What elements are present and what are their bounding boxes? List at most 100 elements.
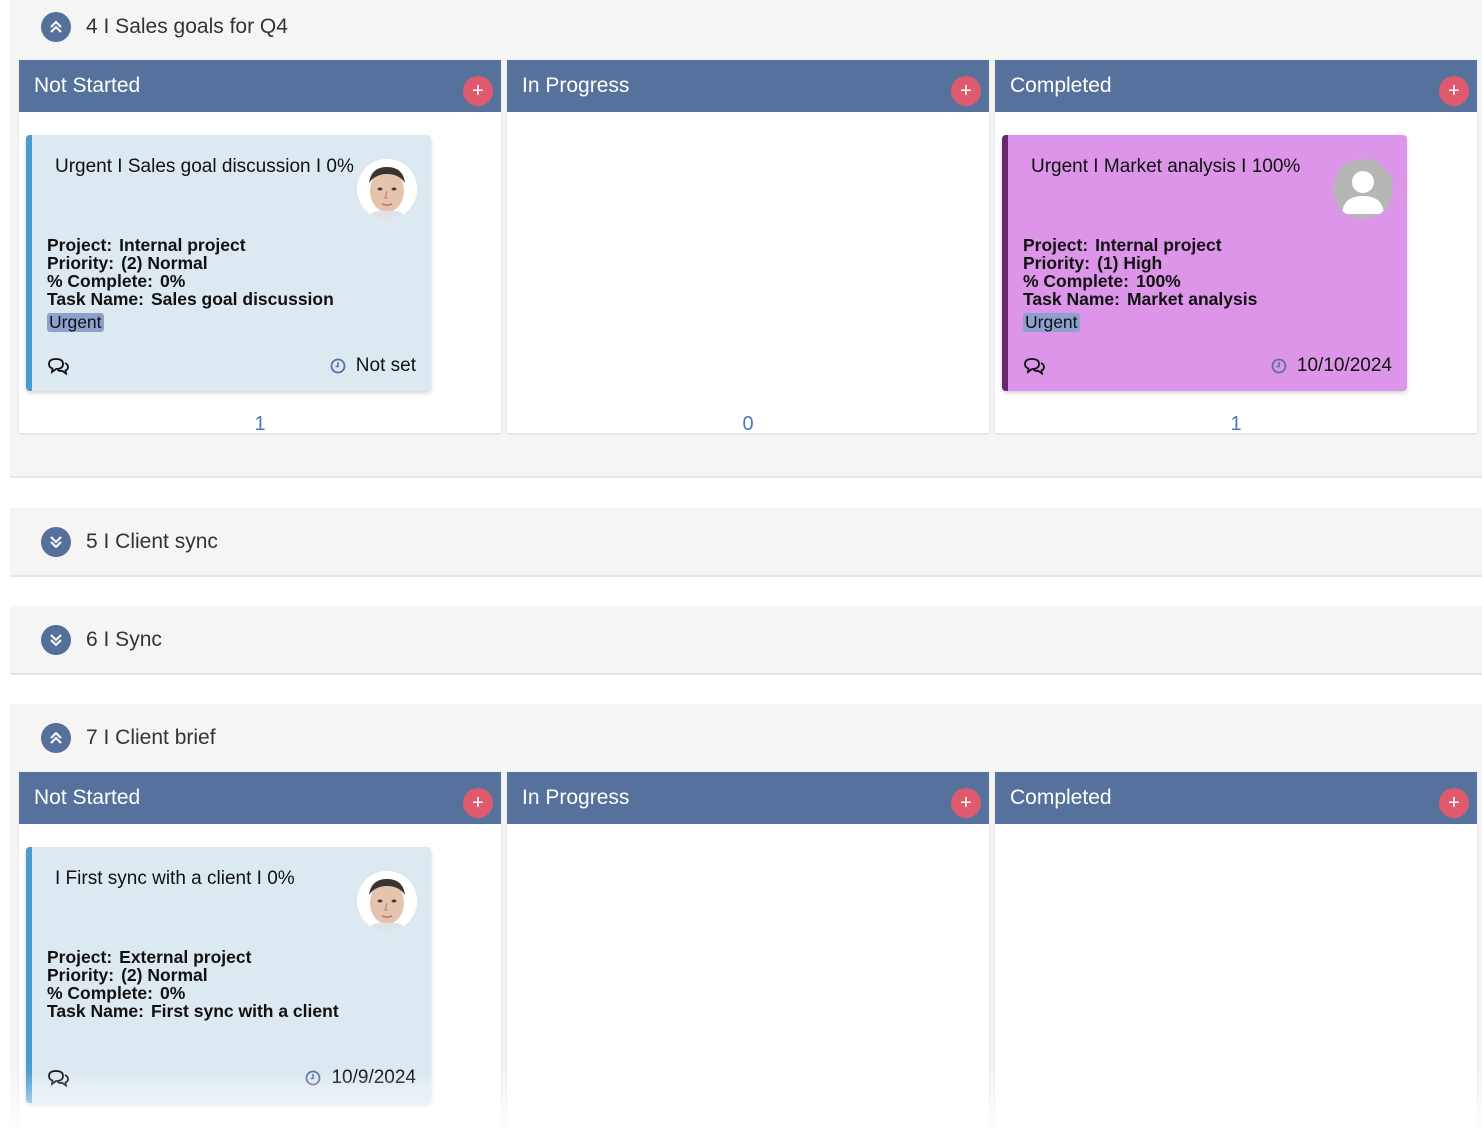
group-client-sync: 5 I Client sync — [10, 508, 1482, 577]
column-title: In Progress — [522, 786, 630, 809]
column-in-progress: In Progress + — [507, 772, 989, 1128]
project-label: Project: — [1023, 235, 1089, 255]
avatar[interactable] — [357, 159, 417, 219]
column-in-progress: In Progress + 0 — [507, 60, 989, 435]
comments-icon[interactable] — [47, 357, 69, 375]
priority-value: (1) High — [1097, 253, 1163, 273]
column-title: Not Started — [34, 74, 141, 97]
due-date-text: Not set — [355, 355, 416, 376]
due-date-text: 10/10/2024 — [1296, 355, 1392, 376]
complete-label: % Complete: — [1023, 271, 1129, 291]
avatar[interactable] — [357, 871, 417, 931]
column-title: Completed — [1010, 74, 1112, 97]
complete-value: 0% — [159, 983, 186, 1003]
clock-icon — [306, 1070, 321, 1086]
column-count: 1 — [1230, 413, 1242, 435]
complete-value: 100% — [1135, 271, 1181, 291]
avatar[interactable] — [1333, 159, 1393, 219]
clock-icon — [1271, 358, 1287, 374]
priority-value: (2) Normal — [121, 253, 208, 273]
add-task-button[interactable]: + — [951, 76, 981, 106]
project-label: Project: — [47, 235, 113, 255]
add-task-button[interactable]: + — [463, 788, 493, 818]
complete-label: % Complete: — [47, 271, 153, 291]
urgent-tag[interactable]: Urgent — [47, 313, 104, 332]
project-label: Project: — [47, 947, 113, 967]
column-count: 1 — [254, 413, 266, 435]
task-name-value: Sales goal discussion — [150, 289, 334, 309]
collapse-toggle[interactable] — [41, 12, 71, 42]
expand-toggle[interactable] — [41, 527, 71, 557]
group-title: 5 I Client sync — [86, 530, 218, 553]
column-header: In Progress + — [507, 772, 989, 824]
double-chevron-down-icon — [50, 536, 62, 549]
complete-value: 0% — [159, 271, 186, 291]
group-sync: 6 I Sync — [10, 606, 1482, 675]
group-header: 5 I Client sync — [41, 526, 218, 558]
double-chevron-up-icon — [50, 731, 62, 744]
column-completed: Completed + — [995, 772, 1477, 1128]
card-title: I First sync with a client I 0% — [55, 868, 295, 889]
task-card-first-sync[interactable]: I First sync with a client I 0% Project:… — [26, 847, 431, 1103]
card-fields: Project: Internal project Priority: (2) No… — [47, 236, 334, 332]
add-task-button[interactable]: + — [1439, 76, 1469, 106]
task-card-sales-goal[interactable]: Urgent I Sales goal discussion I 0% Proj… — [26, 135, 431, 391]
project-value: External project — [119, 947, 252, 967]
priority-label: Priority: — [47, 965, 115, 985]
card-fields: Project: External project Priority: (2) No… — [47, 948, 339, 1020]
column-completed: Completed + Urgent I Market analysis I 1… — [995, 60, 1477, 435]
add-task-button[interactable]: + — [951, 788, 981, 818]
column-header: Completed + — [995, 772, 1477, 824]
group-sales-goals: 4 I Sales goals for Q4 Not Started + Urg… — [10, 0, 1482, 478]
priority-label: Priority: — [1023, 253, 1091, 273]
task-card-market-analysis[interactable]: Urgent I Market analysis I 100% Project:… — [1002, 135, 1407, 391]
task-name-label: Task Name: — [1023, 289, 1120, 309]
column-header: Not Started + — [19, 60, 501, 112]
column-title: Not Started — [34, 786, 141, 809]
priority-value: (2) Normal — [121, 965, 208, 985]
column-header: In Progress + — [507, 60, 989, 112]
user-placeholder-icon — [1333, 159, 1393, 219]
priority-label: Priority: — [47, 253, 115, 273]
column-title: Completed — [1010, 786, 1112, 809]
card-fields: Project: Internal project Priority: (1) Hi… — [1023, 236, 1257, 332]
column-header: Not Started + — [19, 772, 501, 824]
project-value: Internal project — [119, 235, 246, 255]
due-date-text: 10/9/2024 — [331, 1067, 416, 1088]
column-title: In Progress — [522, 74, 630, 97]
card-title: Urgent I Sales goal discussion I 0% — [55, 156, 354, 177]
expand-toggle[interactable] — [41, 625, 71, 655]
card-title: Urgent I Market analysis I 100% — [1031, 156, 1301, 177]
task-name-label: Task Name: — [47, 289, 144, 309]
group-header: 6 I Sync — [41, 624, 162, 656]
group-title: 4 I Sales goals for Q4 — [86, 15, 288, 38]
clock-icon — [330, 358, 346, 374]
double-chevron-down-icon — [50, 634, 62, 647]
comments-icon[interactable] — [47, 1069, 69, 1087]
column-header: Completed + — [995, 60, 1477, 112]
task-name-value: Market analysis — [1126, 289, 1258, 309]
group-title: 7 I Client brief — [86, 726, 216, 749]
column-count: 0 — [742, 413, 754, 435]
group-title: 6 I Sync — [86, 628, 162, 651]
collapse-toggle[interactable] — [41, 723, 71, 753]
due-date: 10/9/2024 — [305, 1067, 416, 1089]
urgent-tag[interactable]: Urgent — [1023, 313, 1080, 332]
group-header: 4 I Sales goals for Q4 — [41, 11, 288, 43]
double-chevron-up-icon — [50, 20, 62, 33]
complete-label: % Complete: — [47, 983, 153, 1003]
user-photo-icon — [357, 871, 417, 931]
group-client-brief: 7 I Client brief Not Started + I First s… — [10, 704, 1482, 1128]
add-task-button[interactable]: + — [463, 76, 493, 106]
user-photo-icon — [357, 159, 417, 219]
due-date: 10/10/2024 — [1271, 355, 1392, 377]
project-value: Internal project — [1095, 235, 1222, 255]
column-not-started: Not Started + Urgent I Sales goal discus… — [19, 60, 501, 435]
due-date: Not set — [330, 355, 416, 377]
task-name-value: First sync with a client — [150, 1001, 339, 1021]
column-not-started: Not Started + I First sync with a client… — [19, 772, 501, 1128]
add-task-button[interactable]: + — [1439, 788, 1469, 818]
comments-icon[interactable] — [1023, 357, 1045, 375]
group-header: 7 I Client brief — [41, 722, 216, 754]
task-name-label: Task Name: — [47, 1001, 144, 1021]
